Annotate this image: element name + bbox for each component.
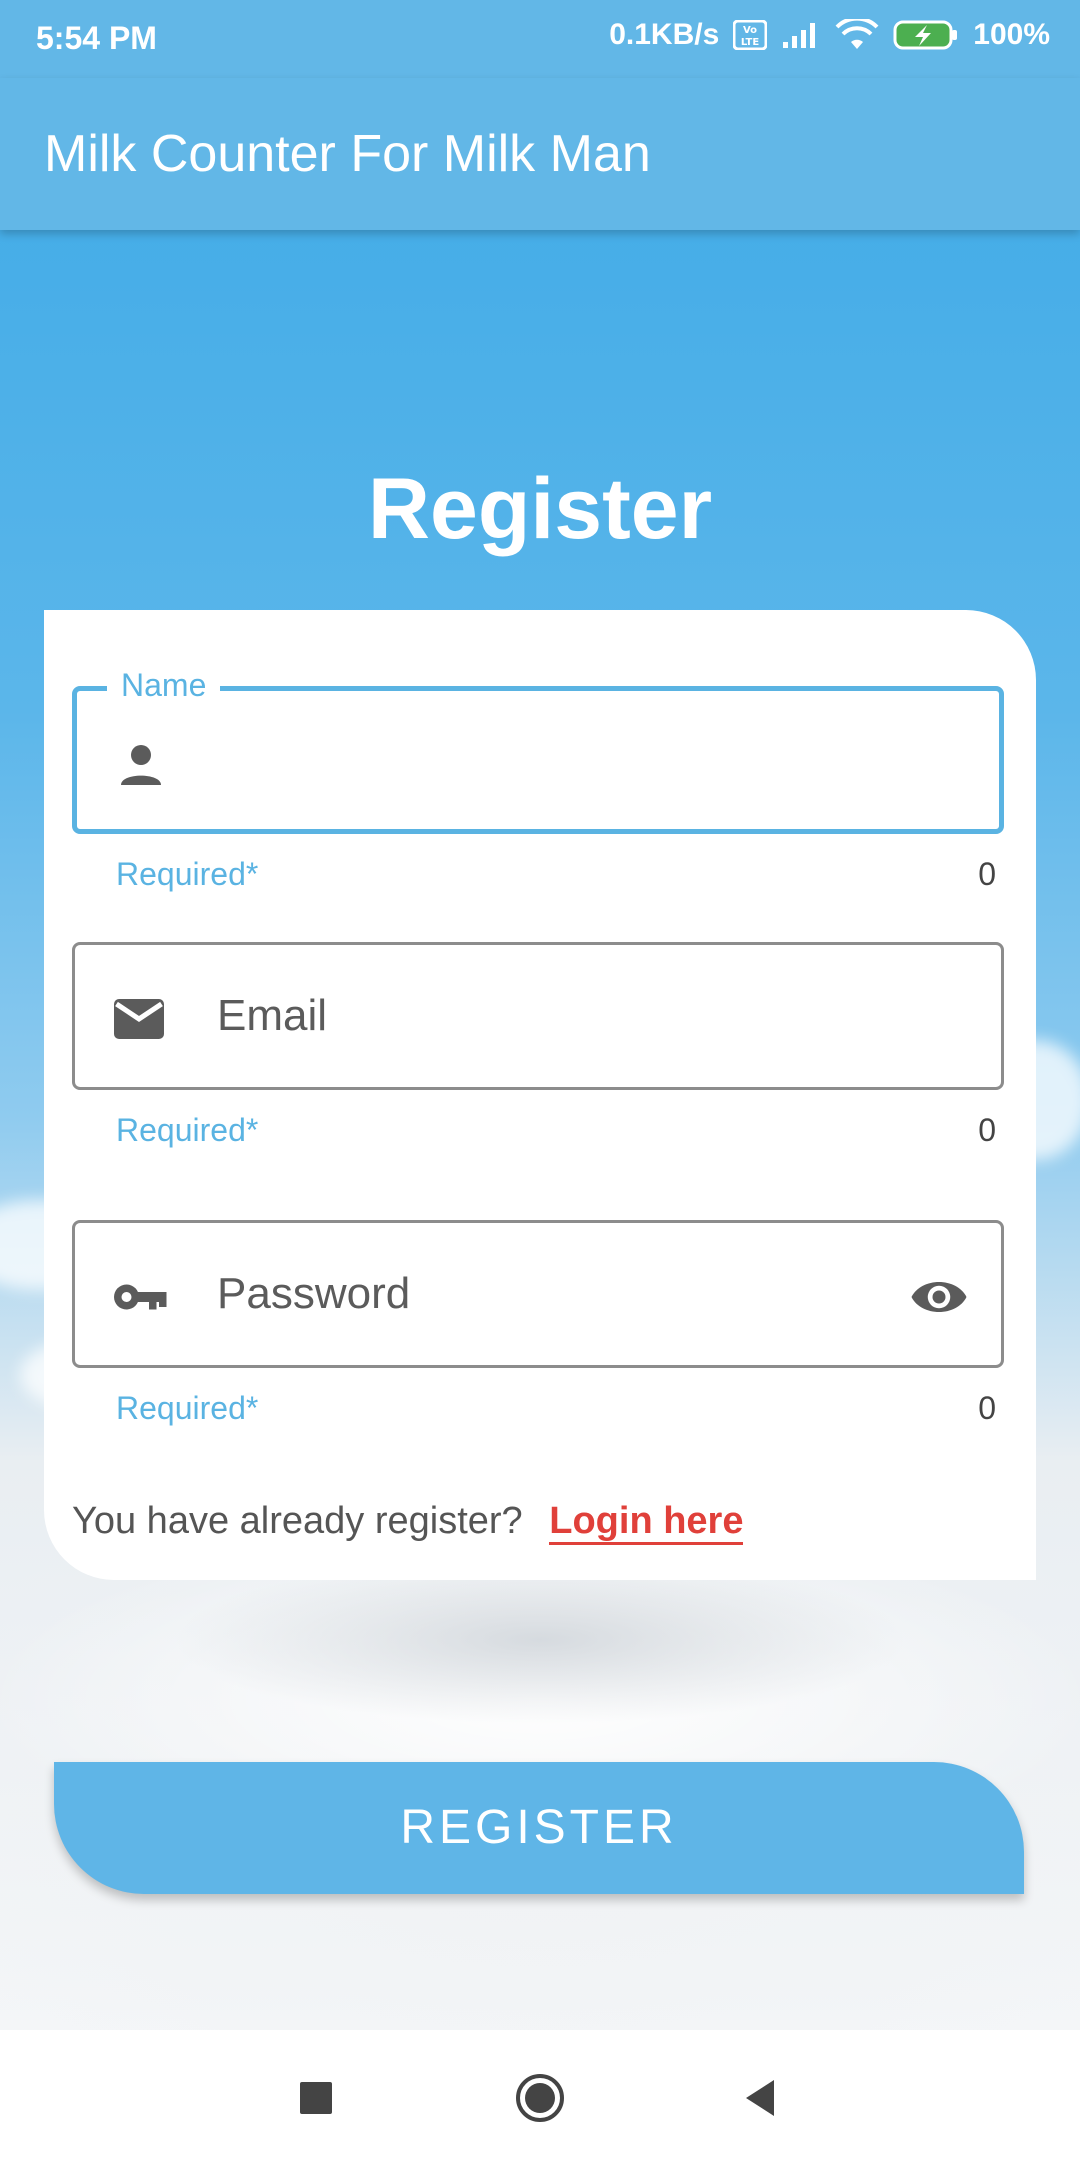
volte-icon: Vo LTE [733,20,768,50]
signal-icon [783,23,816,48]
app-bar: Milk Counter For Milk Man [0,78,1080,230]
login-prompt-text: You have already register? [72,1500,523,1542]
page-title: Register [367,461,713,557]
password-field[interactable]: Password [72,1220,1004,1368]
home-icon[interactable] [510,2068,570,2128]
status-bar: 5:54 PM 0.1KB/s Vo LTE 100% [0,0,1080,78]
battery-level: 100% [973,18,1050,51]
mail-icon [114,999,164,1039]
name-field[interactable]: Name [72,667,1004,834]
email-helper-text: Required* [116,1112,259,1148]
register-form-card: Name Required* 0 Email Required* 0 Passw… [44,610,1036,1580]
wifi-icon [835,19,879,49]
recents-icon[interactable] [286,2068,346,2128]
svg-text:Vo: Vo [743,25,757,36]
name-field-label: Name [107,667,221,704]
app-title: Milk Counter For Milk Man [44,125,651,183]
password-helper: Required* 0 [116,1390,996,1427]
email-placeholder: Email [217,991,328,1040]
person-icon [121,745,161,785]
name-helper-text: Required* [116,856,259,892]
name-helper: Required* 0 [116,856,996,893]
register-button[interactable]: REGISTER [54,1762,1024,1894]
navigation-bar [0,2030,1080,2160]
key-icon [114,1284,167,1310]
net-speed: 0.1KB/s [609,18,720,51]
eye-icon[interactable] [907,1267,971,1327]
status-time: 5:54 PM [36,20,157,56]
email-field[interactable]: Email [72,942,1004,1090]
password-helper-text: Required* [116,1390,259,1426]
login-prompt-row: You have already register? Login here [72,1500,744,1545]
password-placeholder: Password [217,1269,411,1318]
login-here-link[interactable]: Login here [549,1500,744,1545]
svg-text:LTE: LTE [741,37,760,48]
name-char-counter: 0 [978,856,996,892]
battery-charging-icon [893,20,958,50]
email-helper: Required* 0 [116,1112,996,1149]
email-char-counter: 0 [978,1112,996,1148]
password-char-counter: 0 [978,1390,996,1426]
back-icon[interactable] [730,2068,790,2128]
